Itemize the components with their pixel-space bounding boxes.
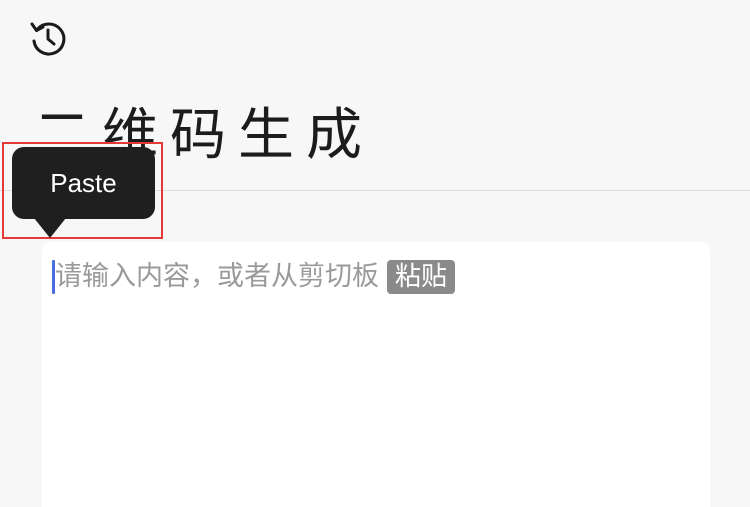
placeholder-row: 请输入内容，或者从剪切板 粘贴	[55, 258, 456, 296]
screen: 二维码生成 请输入内容，或者从剪切板 粘贴 Paste	[0, 0, 750, 507]
history-button[interactable]	[26, 18, 70, 62]
paste-menu-item[interactable]: Paste	[12, 147, 155, 219]
paste-menu-pointer	[34, 218, 66, 238]
content-input[interactable]: 请输入内容，或者从剪切板 粘贴	[42, 242, 710, 507]
paste-from-clipboard-button[interactable]: 粘贴	[387, 260, 456, 294]
history-icon	[28, 18, 68, 62]
input-placeholder: 请输入内容，或者从剪切板	[55, 261, 379, 292]
paste-menu-label: Paste	[50, 167, 117, 198]
